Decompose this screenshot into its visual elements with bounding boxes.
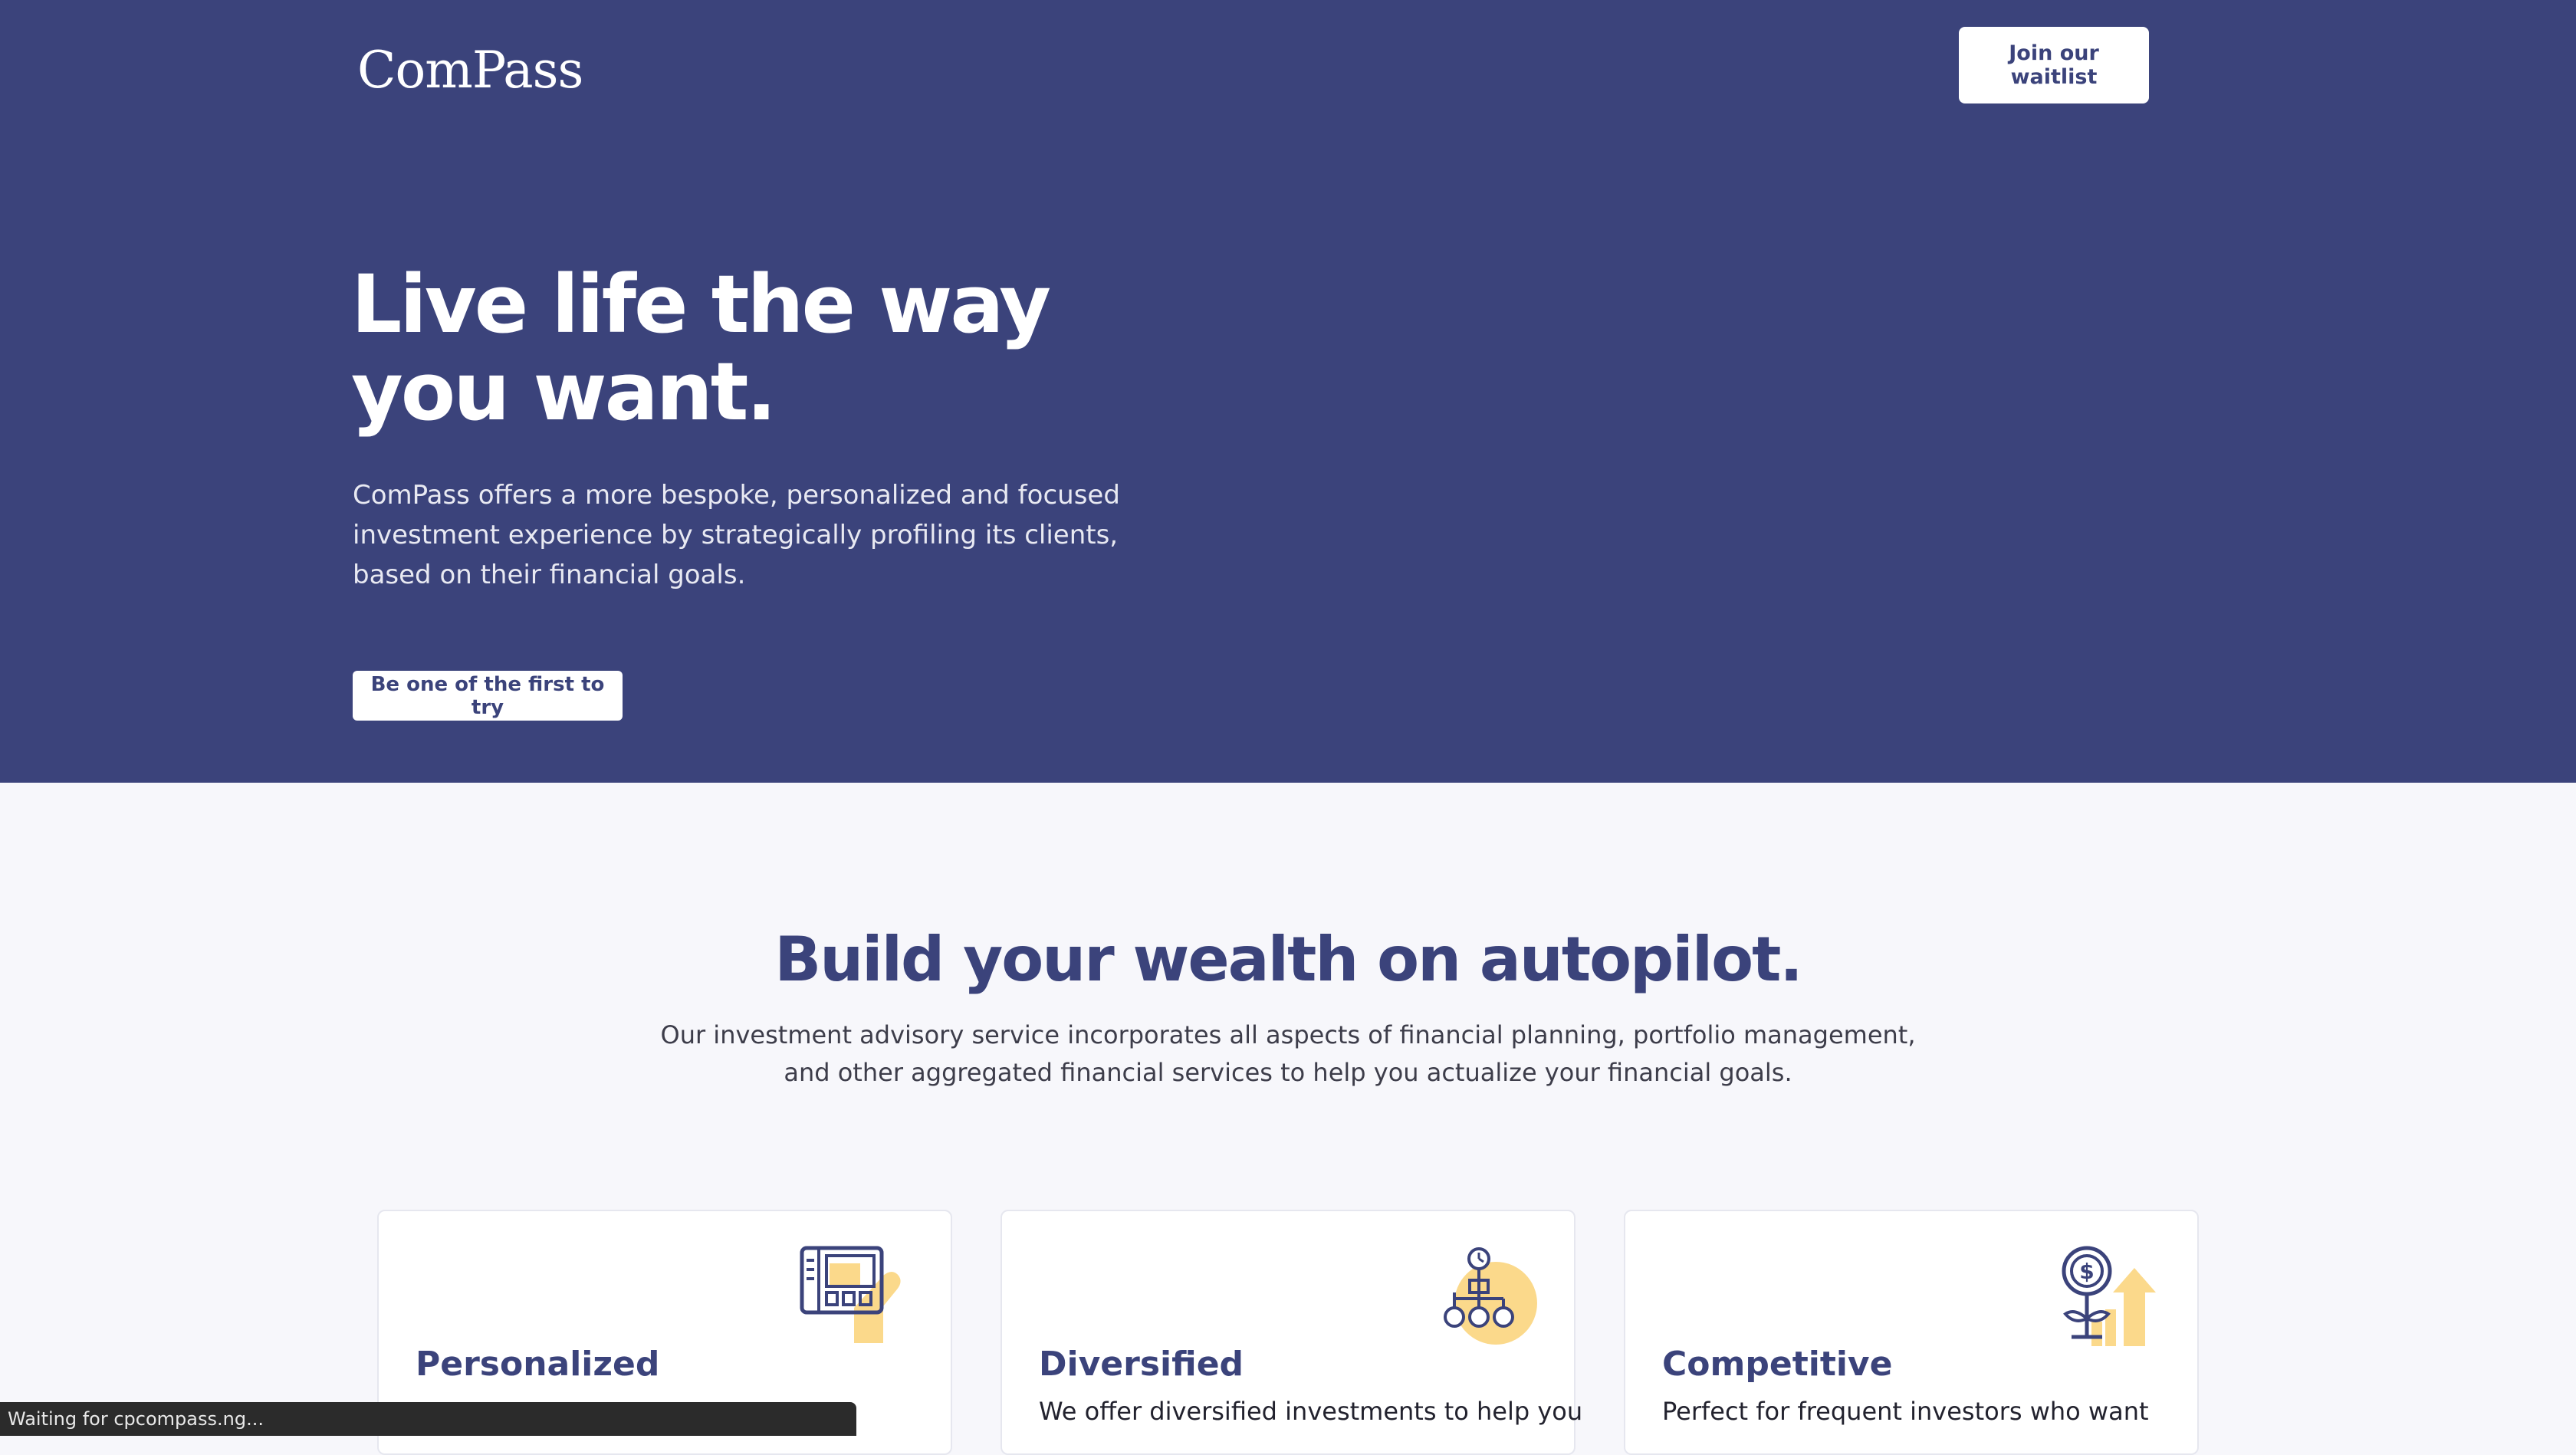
card-title: Personalized bbox=[416, 1345, 660, 1384]
join-waitlist-button[interactable]: Join our waitlist bbox=[1959, 27, 2149, 103]
card-text: We offer diversified investments to help… bbox=[1039, 1397, 1583, 1426]
features-title: Build your wealth on autopilot. bbox=[774, 924, 1802, 995]
feature-card-competitive: $ Competitive Perfect for frequent inves… bbox=[1624, 1210, 2199, 1455]
hero-subtitle: ComPass offers a more bespoke, personali… bbox=[353, 480, 1120, 590]
features-subtitle: Our investment advisory service incorpor… bbox=[660, 1020, 1916, 1087]
first-to-try-button[interactable]: Be one of the first to try bbox=[353, 671, 623, 721]
network-pie-icon bbox=[1444, 1245, 1539, 1349]
hero-title-line-2: you want. bbox=[351, 345, 777, 438]
hero-title-line-1: Live life the way bbox=[351, 258, 1051, 351]
feature-card-diversified: Diversified We offer diversified investm… bbox=[1001, 1210, 1583, 1455]
card-title: Diversified bbox=[1039, 1345, 1244, 1384]
svg-text:$: $ bbox=[2079, 1259, 2094, 1284]
card-title: Competitive bbox=[1662, 1345, 1893, 1384]
hero-section: ComPass Join our waitlist Live life the … bbox=[0, 0, 2576, 783]
logo-text: ComPass bbox=[357, 41, 583, 100]
status-text: Waiting for cpcompass.ng... bbox=[8, 1408, 264, 1430]
hero-title: Live life the way you want. bbox=[351, 261, 1194, 435]
card-text: Perfect for frequent investors who want bbox=[1662, 1397, 2149, 1426]
browser-status-bar: Waiting for cpcompass.ng... bbox=[0, 1402, 856, 1436]
compass-logo[interactable]: ComPass bbox=[357, 40, 583, 101]
money-plant-growth-icon: $ bbox=[2061, 1245, 2162, 1351]
tablet-hand-icon bbox=[799, 1245, 915, 1348]
